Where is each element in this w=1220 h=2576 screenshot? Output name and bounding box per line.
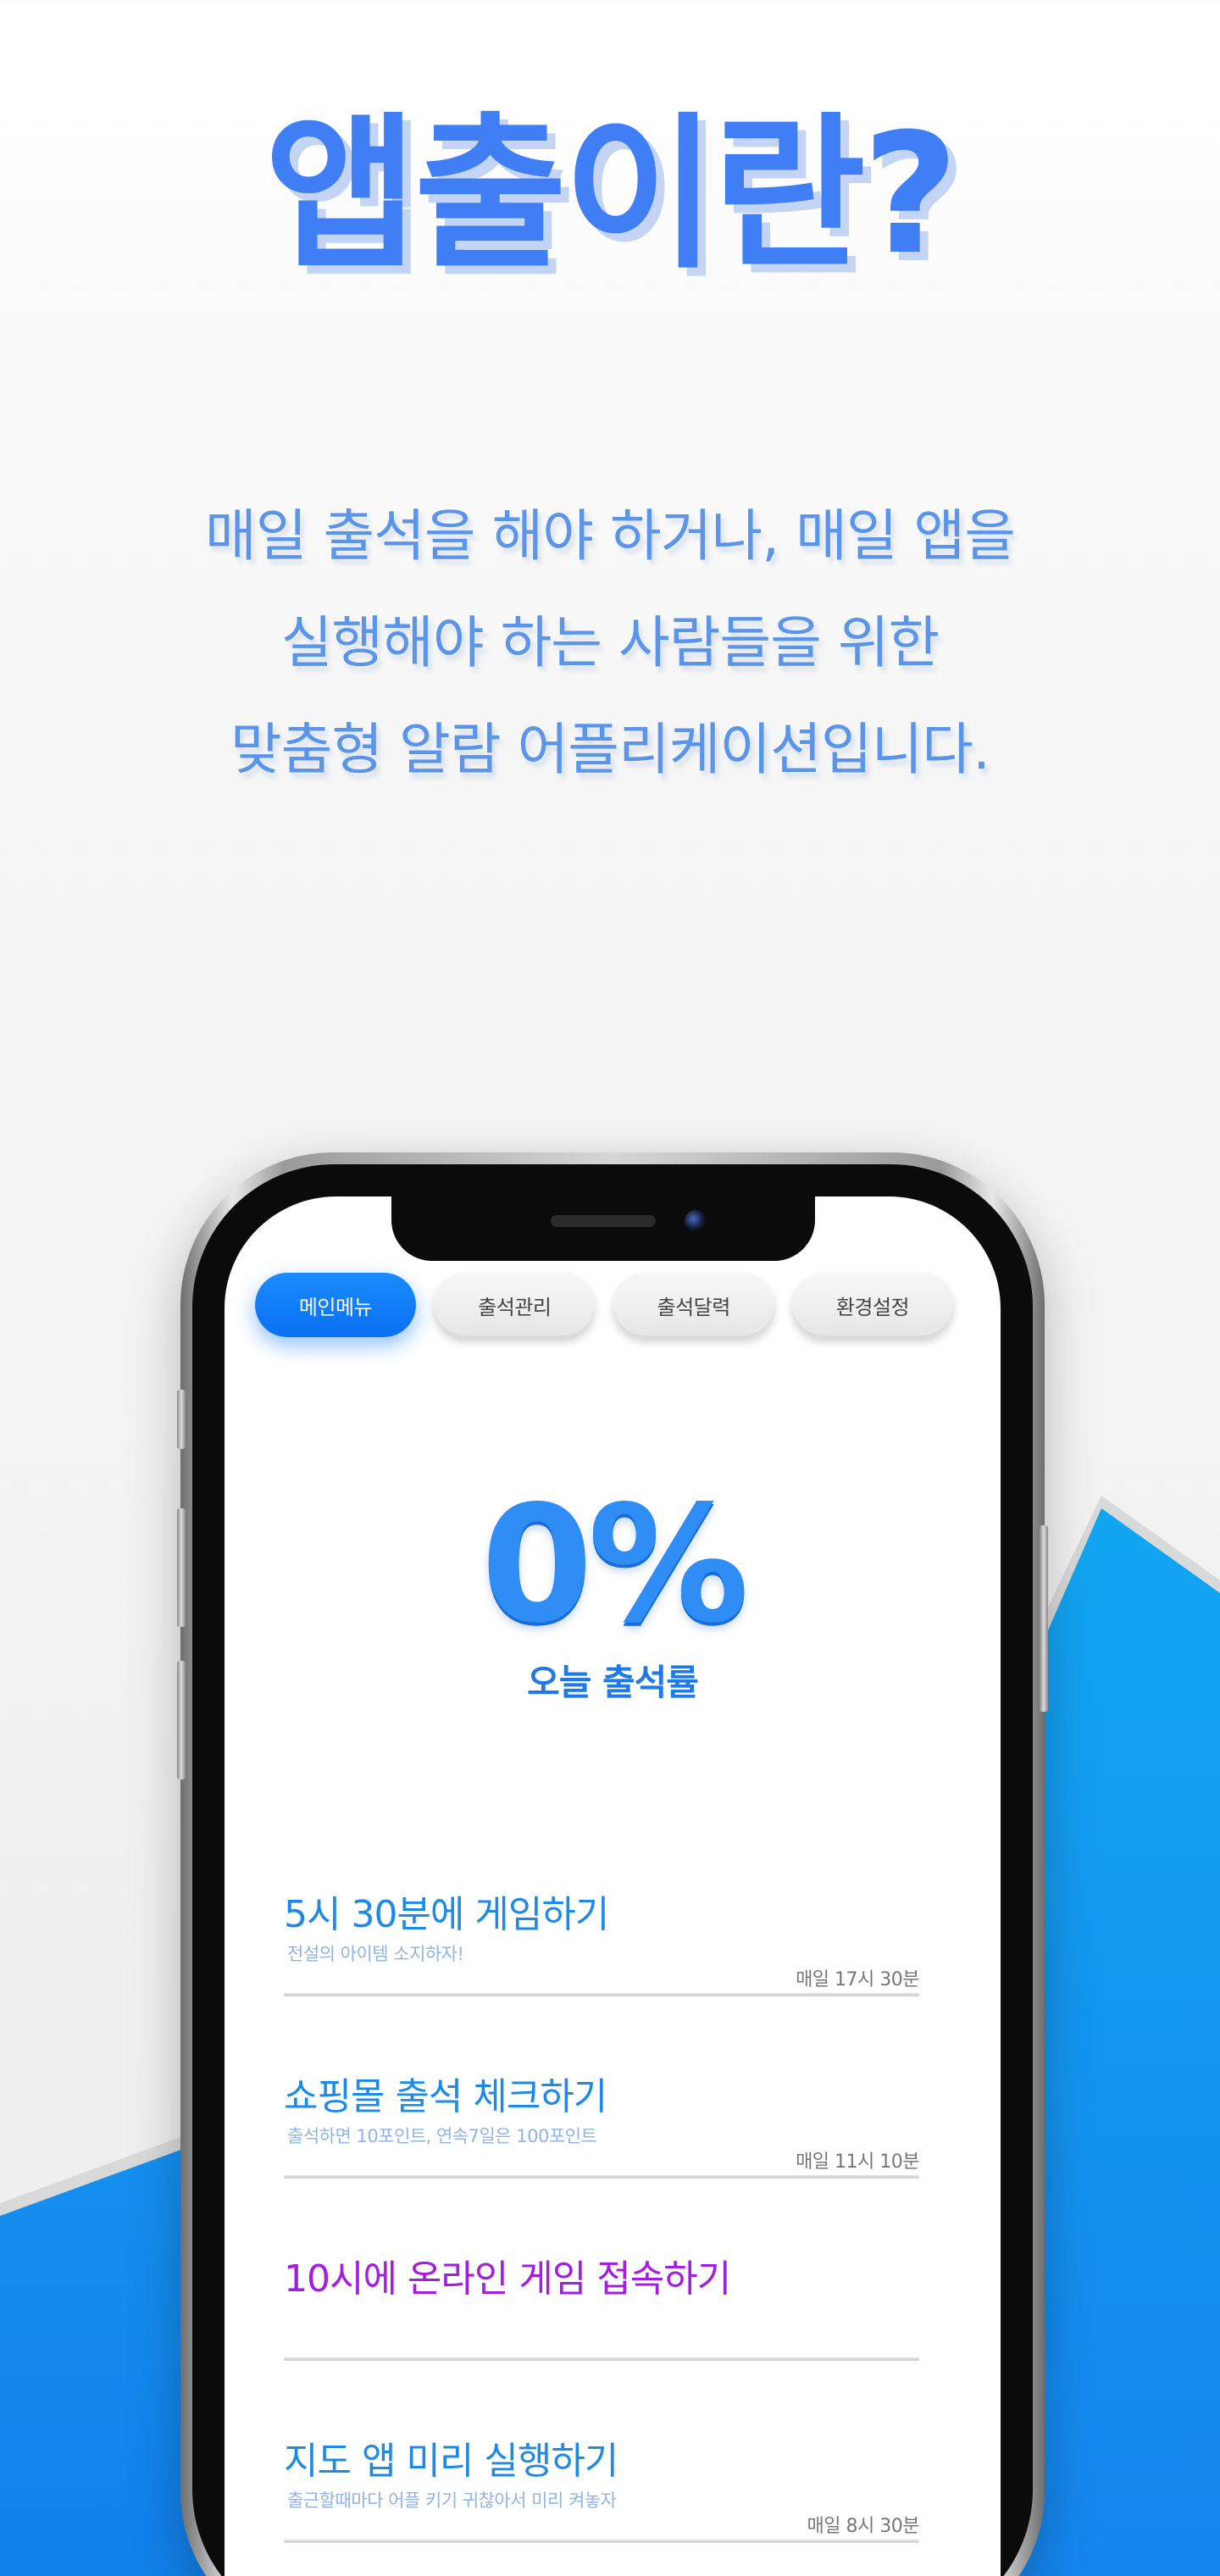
list-item[interactable]: 5시 30분에 게임하기 전설의 아이템 소지하자! 매일 17시 30분 — [284, 1891, 919, 2074]
tab-settings[interactable]: 환경설정 — [791, 1273, 953, 1337]
hero-description: 매일 출석을 해야 하거나, 매일 앱을 실행해야 하는 사람들을 위한 맞춤형… — [102, 483, 1118, 803]
alarm-title: 5시 30분에 게임하기 — [284, 1893, 609, 1936]
tab-main-menu[interactable]: 메인메뉴 — [255, 1273, 416, 1337]
phone-volume-up-button — [177, 1508, 186, 1627]
tab-bar: 메인메뉴 출석관리 출석달력 환경설정 — [255, 1273, 953, 1337]
divider — [284, 2540, 919, 2543]
hero-description-line: 실행해야 하는 사람들을 위한 — [280, 610, 940, 675]
divider — [284, 2175, 919, 2179]
list-item[interactable]: 쇼핑몰 출석 체크하기 출석하면 10포인트, 연속7일은 100포인트 매일 … — [284, 2074, 919, 2256]
alarm-subtitle: 출근할때마다 어플 키기 귀찮아서 미리 켜놓자 — [287, 2490, 617, 2511]
divider — [284, 2357, 919, 2361]
phone-power-button — [1040, 1525, 1048, 1712]
tab-attendance-management[interactable]: 출석관리 — [434, 1273, 596, 1337]
divider — [284, 1993, 919, 1996]
phone-notch — [391, 1196, 815, 1261]
hero-title: 앱출이란? — [264, 98, 959, 291]
speaker-grille — [551, 1215, 656, 1227]
phone-mute-switch — [177, 1390, 186, 1449]
alarm-list: 5시 30분에 게임하기 전설의 아이템 소지하자! 매일 17시 30분 쇼핑… — [284, 1891, 920, 2576]
hero-description-line: 매일 출석을 해야 하거나, 매일 앱을 — [205, 503, 1016, 569]
phone-mockup: 메인메뉴 출석관리 출석달력 환경설정 0% 오늘 출석률 5시 30분에 게임… — [177, 1152, 1048, 2576]
alarm-subtitle: 전설의 아이템 소지하자! — [287, 1944, 464, 1964]
alarm-time: 매일 11시 10분 — [796, 2151, 919, 2173]
list-item[interactable]: 지도 앱 미리 실행하기 출근할때마다 어플 키기 귀찮아서 미리 켜놓자 매일… — [284, 2438, 920, 2576]
alarm-title: 지도 앱 미리 실행하기 — [284, 2440, 618, 2483]
phone-bezel: 메인메뉴 출석관리 출석달력 환경설정 0% 오늘 출석률 5시 30분에 게임… — [192, 1164, 1033, 2576]
alarm-title: 쇼핑몰 출석 체크하기 — [284, 2075, 607, 2118]
camera-icon — [685, 1210, 707, 1232]
attendance-rate-label: 오늘 출석률 — [527, 1662, 699, 1703]
tab-attendance-calendar[interactable]: 출석달력 — [613, 1273, 774, 1337]
alarm-subtitle: 출석하면 10포인트, 연속7일은 100포인트 — [287, 2126, 597, 2146]
phone-volume-down-button — [177, 1661, 186, 1779]
list-item[interactable]: 10시에 온라인 게임 접속하기 — [284, 2256, 919, 2438]
alarm-time: 매일 17시 30분 — [796, 1969, 919, 1990]
app-screen: 메인메뉴 출석관리 출석달력 환경설정 0% 오늘 출석률 5시 30분에 게임… — [225, 1196, 1001, 2576]
alarm-time: 매일 8시 30분 — [807, 2516, 920, 2537]
alarm-title: 10시에 온라인 게임 접속하기 — [284, 2257, 731, 2301]
attendance-rate-value: 0% — [480, 1471, 750, 1658]
hero-description-line: 맞춤형 알람 어플리케이션입니다. — [230, 717, 990, 782]
attendance-rate: 0% 오늘 출석률 — [225, 1485, 1001, 1706]
